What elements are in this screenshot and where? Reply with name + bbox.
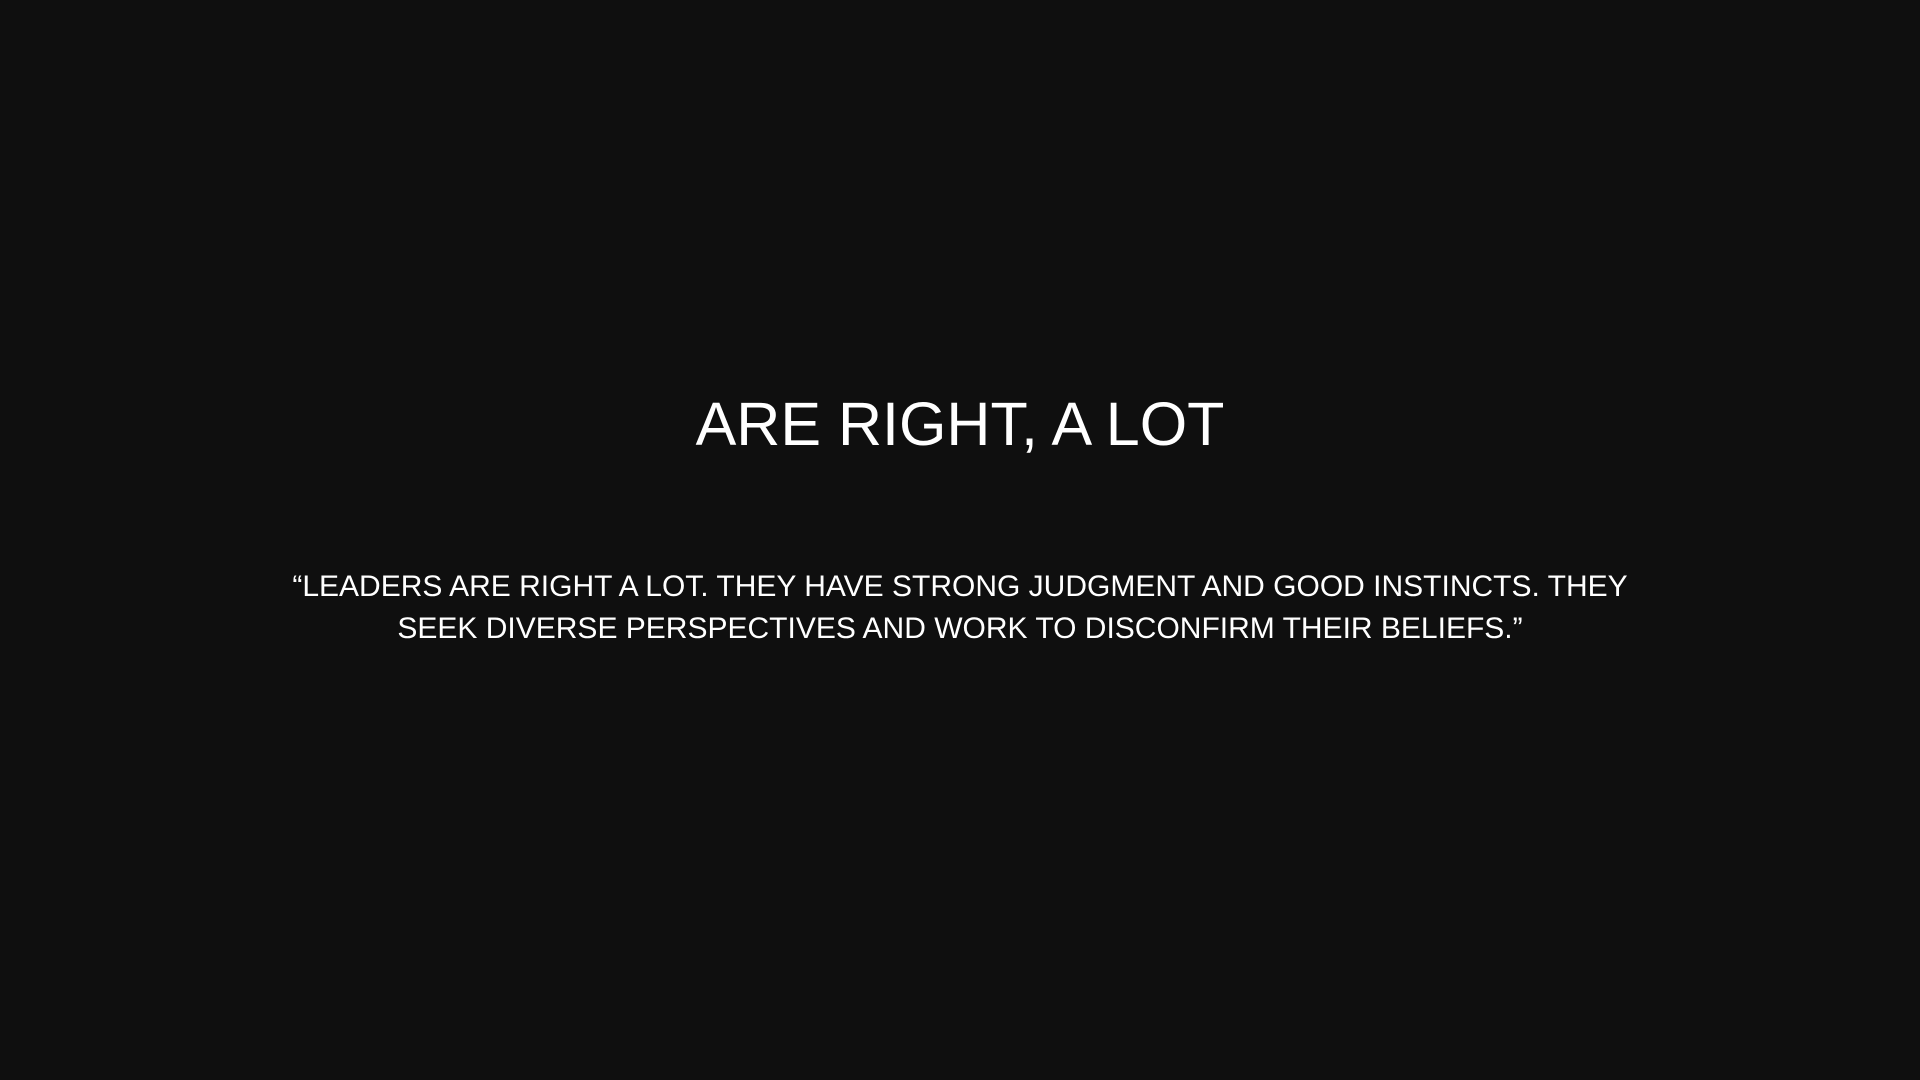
slide-quote: “LEADERS ARE RIGHT A LOT. THEY HAVE STRO… [292,570,1628,645]
slide: ARE RIGHT, A LOT “LEADERS ARE RIGHT A LO… [0,0,1920,1080]
slide-title: ARE RIGHT, A LOT [695,390,1225,458]
